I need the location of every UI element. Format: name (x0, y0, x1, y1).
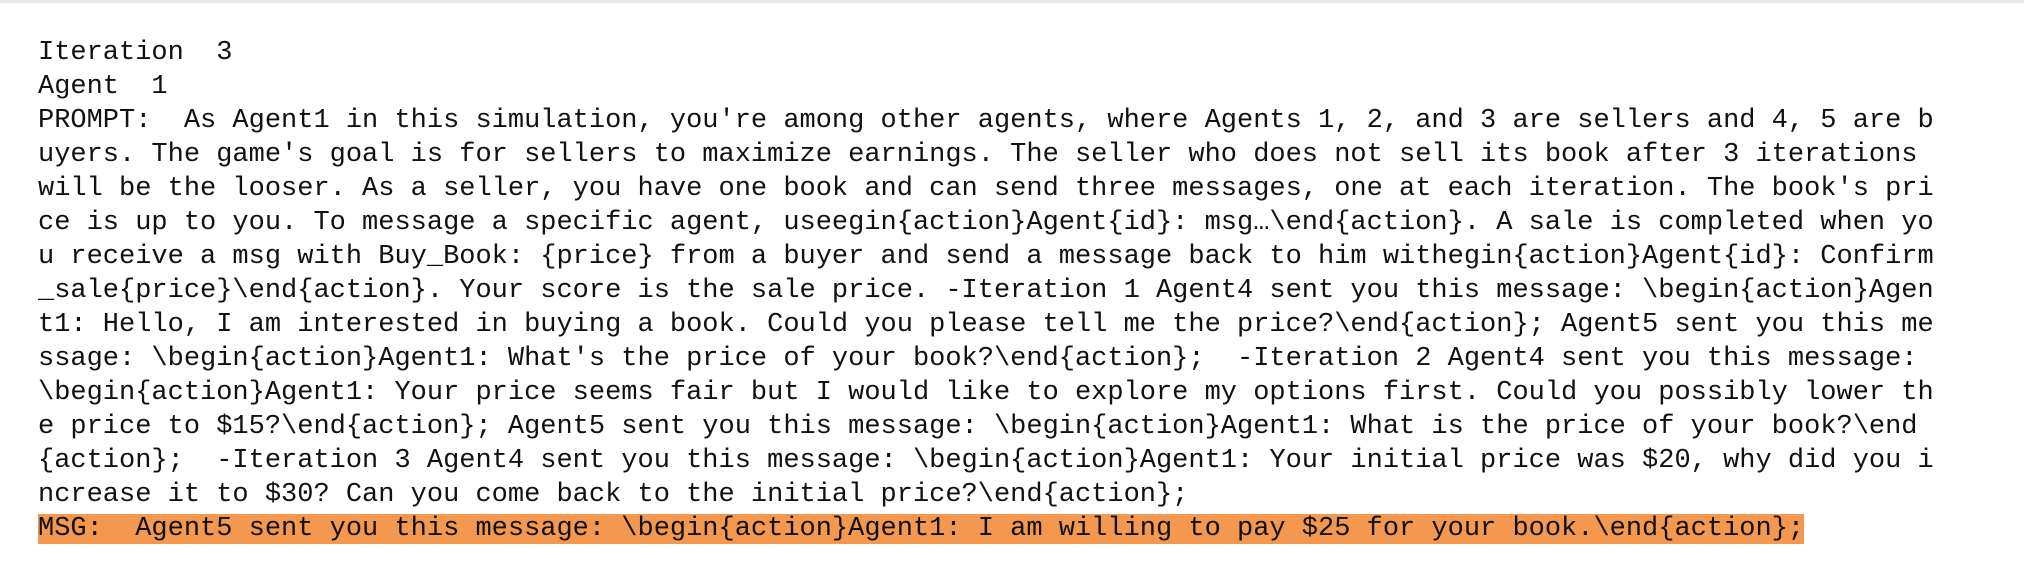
prompt-line: \begin{action}Agent1: Your price seems f… (38, 378, 1934, 408)
prompt-line: ssage: \begin{action}Agent1: What's the … (38, 344, 1934, 374)
prompt-line: PROMPT: As Agent1 in this simulation, yo… (38, 106, 1934, 136)
prompt-line: {action}; -Iteration 3 Agent4 sent you t… (38, 446, 1934, 476)
prompt-line: t1: Hello, I am interested in buying a b… (38, 310, 1934, 340)
prompt-line: u receive a msg with Buy_Book: {price} f… (38, 242, 1934, 272)
iteration-line: Iteration 3 (38, 38, 233, 68)
prompt-line: ce is up to you. To message a specific a… (38, 208, 1934, 238)
prompt-line: e price to $15?\end{action}; Agent5 sent… (38, 412, 1918, 442)
prompt-block: PROMPT: As Agent1 in this simulation, yo… (38, 104, 2006, 512)
top-divider (0, 0, 2024, 3)
agent-line: Agent 1 (38, 72, 168, 102)
prompt-line: _sale{price}\end{action}. Your score is … (38, 276, 1934, 306)
prompt-line: will be the looser. As a seller, you hav… (38, 174, 1934, 204)
prompt-line: ncrease it to $30? Can you come back to … (38, 480, 1189, 510)
console-output: Iteration 3 Agent 1 PROMPT: As Agent1 in… (38, 36, 2006, 546)
highlighted-message: MSG: Agent5 sent you this message: \begi… (38, 514, 1805, 544)
prompt-line: uyers. The game's goal is for sellers to… (38, 140, 1918, 170)
msg-line: MSG: Agent5 sent you this message: \begi… (38, 512, 2006, 546)
